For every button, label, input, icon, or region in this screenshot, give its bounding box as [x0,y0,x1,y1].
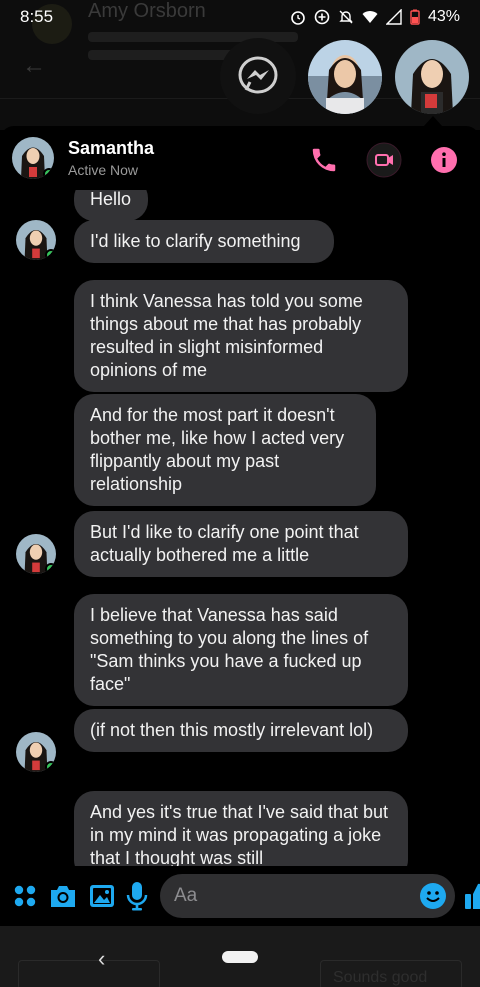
info-icon [431,147,457,173]
conversation-info-button[interactable] [426,142,462,178]
chat-head-pointer [424,116,442,126]
apps-icon [14,885,36,907]
status-bar: 8:55 43% [0,0,480,34]
cell-signal-icon [385,9,402,25]
status-time: 8:55 [20,7,54,26]
mute-bell-icon [339,10,353,24]
sender-avatar[interactable] [16,220,56,260]
chat-panel: Samantha Active Now Hello I'd like to cl… [0,126,480,926]
message-input-container [160,874,455,918]
online-indicator [45,563,56,574]
thumbs-up-icon [465,883,480,909]
gallery-button[interactable] [88,877,116,915]
emoji-icon[interactable] [419,882,447,910]
avatar[interactable] [12,137,54,179]
message-bubble[interactable]: And for the most part it doesn't bother … [74,394,376,506]
like-button[interactable] [463,877,480,915]
video-icon [366,142,402,178]
message-bubble[interactable]: I believe that Vanessa has said somethin… [74,594,408,706]
microphone-icon [126,882,148,911]
contact-name[interactable]: Samantha [68,138,154,159]
video-call-button[interactable] [366,142,402,178]
contact-status: Active Now [68,162,139,178]
contact-photo-2 [395,40,469,114]
battery-icon [410,9,420,25]
more-actions-button[interactable] [12,877,38,915]
message-bubble[interactable]: I'd like to clarify something [74,220,334,263]
contact-photo-1 [308,40,382,114]
message-bubble[interactable]: But I'd like to clarify one point that a… [74,511,408,577]
phone-icon [312,148,336,172]
online-indicator [43,168,54,179]
sender-avatar[interactable] [16,732,56,772]
message-bubble[interactable]: I think Vanessa has told you some things… [74,280,408,392]
system-nav-bar: Sounds good ‹ [0,926,480,987]
voice-message-button[interactable] [126,877,148,915]
camera-icon [51,886,75,907]
message-bubble[interactable]: Hello [74,190,148,221]
message-list[interactable]: Hello I'd like to clarify something I th… [0,190,480,866]
wifi-icon [362,11,378,23]
camera-button[interactable] [48,877,78,915]
message-composer [0,866,480,926]
gallery-icon [90,885,114,907]
nav-back-icon[interactable]: ‹ [98,946,105,972]
chat-head-contact-2[interactable] [395,40,469,114]
message-input[interactable] [174,885,419,907]
background-suggestion-chip [18,960,160,987]
online-indicator [45,761,56,772]
alarm-icon [291,11,305,25]
background-suggestion-chip: Sounds good [320,960,462,987]
data-saver-icon [314,9,330,25]
chat-head-contact-1[interactable] [308,40,382,114]
messenger-logo-icon [238,56,278,94]
message-bubble[interactable]: And yes it's true that I've said that bu… [74,791,408,866]
voice-call-button[interactable] [306,142,342,178]
message-bubble[interactable]: (if not then this mostly irrelevant lol) [74,709,408,752]
battery-percent: 43% [427,8,460,25]
online-indicator [45,249,56,260]
chat-header: Samantha Active Now [0,126,480,190]
nav-home-pill[interactable] [222,951,258,963]
background-back-arrow-icon: ← [22,52,46,79]
sender-avatar[interactable] [16,534,56,574]
messenger-chat-head[interactable] [220,38,296,114]
